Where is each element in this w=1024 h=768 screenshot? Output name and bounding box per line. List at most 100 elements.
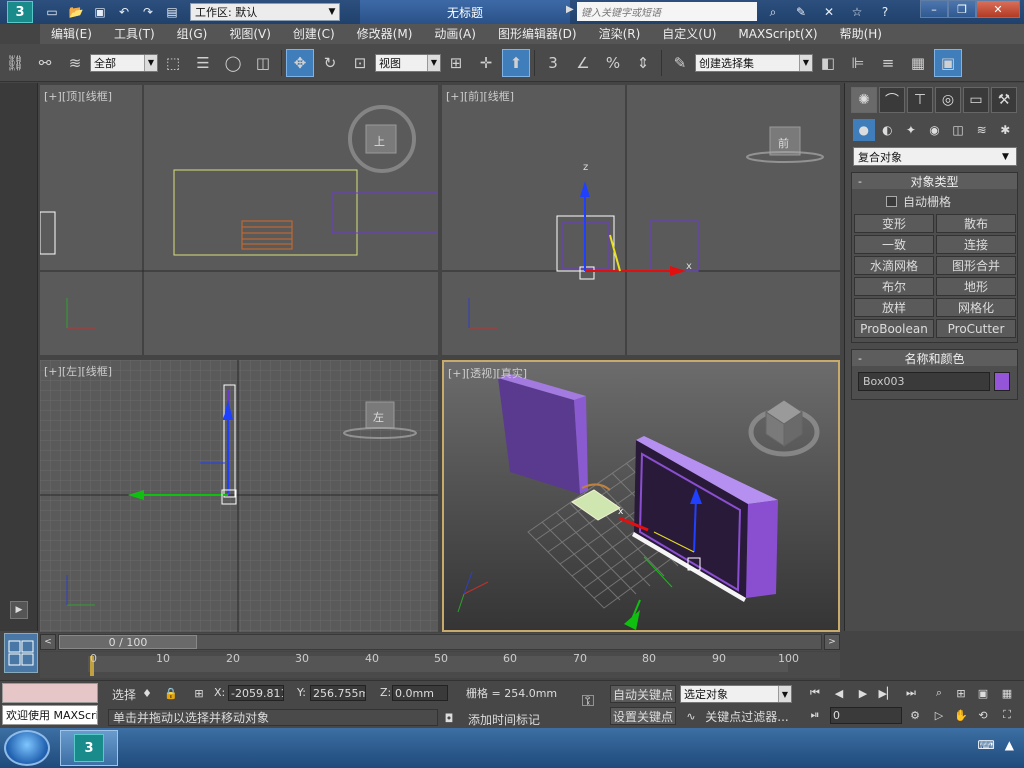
mirror-icon[interactable]: ◧ [814, 49, 842, 77]
save-file-icon[interactable]: ▣ [90, 2, 110, 22]
viewport-perspective-label[interactable]: [+][透视][真实] [448, 365, 527, 381]
space-warps-icon[interactable]: ≋ [971, 119, 993, 141]
time-tag-icon[interactable]: ◘ [440, 710, 458, 726]
viewport-left-shade[interactable]: [线框] [81, 365, 112, 378]
viewport-front-plus[interactable]: [+] [446, 90, 464, 103]
binoculars-icon[interactable]: ⌕ [762, 2, 784, 22]
select-object-icon[interactable]: ⬚ [159, 49, 187, 77]
redo-icon[interactable]: ↷ [138, 2, 158, 22]
help-icon[interactable]: ? [874, 2, 896, 22]
play-icon[interactable]: ▶ [854, 685, 872, 701]
viewport-left[interactable]: 左 [+][左][线框] [40, 360, 438, 632]
loft-button[interactable]: 放样 [854, 298, 934, 317]
menu-graph-editors[interactable]: 图形编辑器(D) [487, 24, 588, 44]
pivot-center-icon[interactable]: ⊞ [442, 49, 470, 77]
next-frame-icon[interactable]: ▶▏ [878, 685, 896, 701]
helpers-icon[interactable]: ◫ [947, 119, 969, 141]
viewport-front-shade[interactable]: [线框] [483, 90, 514, 103]
viewport-front[interactable]: x z 前 [+][前][线框] [442, 85, 840, 355]
viewport-persp-view[interactable]: [透视] [466, 367, 497, 380]
app-menu-button[interactable]: 3 [0, 0, 40, 24]
undo-icon[interactable]: ↶ [114, 2, 134, 22]
search-input[interactable]: 键入关键字或短语 [577, 2, 757, 21]
modify-tab-icon[interactable]: ⌒ [879, 87, 905, 113]
hierarchy-tab-icon[interactable]: ⊤ [907, 87, 933, 113]
selection-lock-icon[interactable]: 🔒 [162, 685, 180, 701]
viewport-layout-button[interactable] [4, 633, 38, 673]
select-and-rotate-icon[interactable]: ↻ [316, 49, 344, 77]
zoom-all-icon[interactable]: ⊞ [952, 685, 970, 701]
go-to-start-icon[interactable]: ⏮ [806, 685, 824, 701]
select-and-move-icon[interactable]: ✥ [286, 48, 314, 77]
select-manipulate-icon[interactable]: ✛ [472, 49, 500, 77]
menu-customize[interactable]: 自定义(U) [651, 24, 727, 44]
viewport-top-label[interactable]: [+][顶][线框] [44, 88, 112, 104]
current-frame-field[interactable]: 0 [830, 707, 902, 724]
unlink-icon[interactable]: ⚯ [31, 49, 59, 77]
create-tab-icon[interactable]: ✺ [851, 87, 877, 113]
selection-filter-dropdown[interactable]: 全部 ▼ [90, 53, 158, 72]
zoom-extents-icon[interactable]: ▣ [974, 685, 992, 701]
exchange-icon[interactable]: ✕ [818, 2, 840, 22]
zoom-extents-all-icon[interactable]: ▦ [998, 685, 1016, 701]
new-file-icon[interactable]: ▭ [42, 2, 62, 22]
time-slider-track[interactable]: 0 / 100 [58, 634, 822, 650]
key-filters-button[interactable]: 关键点过滤器... [702, 707, 792, 725]
menu-rendering[interactable]: 渲染(R) [588, 24, 652, 44]
set-key-mode-key-icon[interactable]: ⚿ [574, 691, 602, 710]
viewport-persp-plus[interactable]: [+] [448, 367, 466, 380]
viewport-front-label[interactable]: [+][前][线框] [446, 88, 514, 104]
viewport-top-plus[interactable]: [+] [44, 90, 62, 103]
keyboard-shortcut-override-icon[interactable]: ⬆ [502, 48, 530, 77]
object-type-rollout-header[interactable]: - 对象类型 [852, 173, 1017, 189]
select-and-link-icon[interactable]: ⛓ [1, 49, 29, 77]
menu-create[interactable]: 创建(C) [282, 24, 346, 44]
menu-views[interactable]: 视图(V) [218, 24, 282, 44]
motion-tab-icon[interactable]: ◎ [935, 87, 961, 113]
boolean-button[interactable]: 布尔 [854, 277, 934, 296]
scatter-button[interactable]: 散布 [936, 214, 1016, 233]
previous-frame-icon[interactable]: ◀ [830, 685, 848, 701]
maximize-viewport-icon[interactable]: ⛶ [998, 707, 1016, 723]
y-coord-field[interactable]: 256.755mr [310, 685, 366, 701]
curve-icon[interactable]: ∿ [682, 708, 700, 724]
lights-icon[interactable]: ✦ [900, 119, 922, 141]
go-to-end-icon[interactable]: ⏭ [902, 685, 920, 701]
snaps-toggle-icon[interactable]: 3 [539, 49, 567, 77]
selection-region-icon[interactable]: ◯ [219, 49, 247, 77]
render-setup-icon[interactable]: ▣ [934, 48, 962, 77]
viewport-top-shade[interactable]: [线框] [81, 90, 112, 103]
utilities-tab-icon[interactable]: ⚒ [991, 87, 1017, 113]
add-time-tag-label[interactable]: 添加时间标记 [468, 711, 540, 728]
shapes-icon[interactable]: ◐ [877, 119, 899, 141]
pan-view-icon[interactable]: ✋ [952, 707, 970, 723]
time-slider-thumb[interactable]: 0 / 100 [59, 635, 197, 649]
display-tab-icon[interactable]: ▭ [963, 87, 989, 113]
blobmesh-button[interactable]: 水滴网格 [854, 256, 934, 275]
proboolean-button[interactable]: ProBoolean [854, 319, 934, 338]
track-bar[interactable]: 0 10 20 30 40 50 60 70 80 90 100 [40, 652, 840, 678]
viewport-left-plus[interactable]: [+] [44, 365, 62, 378]
maxscript-listener-input[interactable] [2, 683, 98, 703]
isolate-selection-icon[interactable]: ♦ [138, 685, 156, 701]
viewport-persp-shade[interactable]: [真实] [496, 367, 527, 380]
systems-icon[interactable]: ✱ [994, 119, 1016, 141]
tray-expand-icon[interactable]: ▲ [1005, 738, 1014, 752]
layer-manager-icon[interactable]: ≡ [874, 49, 902, 77]
workspace-dropdown[interactable]: 工作区: 默认 ▼ [190, 3, 340, 21]
start-button[interactable] [4, 730, 50, 766]
time-configuration-icon[interactable]: ⚙ [906, 707, 924, 723]
align-icon[interactable]: ⊫ [844, 49, 872, 77]
connect-button[interactable]: 连接 [936, 235, 1016, 254]
terrain-button[interactable]: 地形 [936, 277, 1016, 296]
viewport-top[interactable]: 上 [+][顶][线框] [40, 85, 438, 355]
reference-coordinate-dropdown[interactable]: 视图 ▼ [375, 53, 441, 72]
menu-animation[interactable]: 动画(A) [423, 24, 487, 44]
spinner-snap-icon[interactable]: ⇕ [629, 49, 657, 77]
restore-button[interactable]: ❐ [948, 0, 976, 18]
procutter-button[interactable]: ProCutter [936, 319, 1016, 338]
select-by-name-icon[interactable]: ☰ [189, 49, 217, 77]
project-folder-icon[interactable]: ▤ [162, 2, 182, 22]
set-key-button[interactable]: 设置关键点 [610, 707, 676, 725]
named-selection-dropdown[interactable]: 创建选择集 ▼ [695, 53, 813, 72]
